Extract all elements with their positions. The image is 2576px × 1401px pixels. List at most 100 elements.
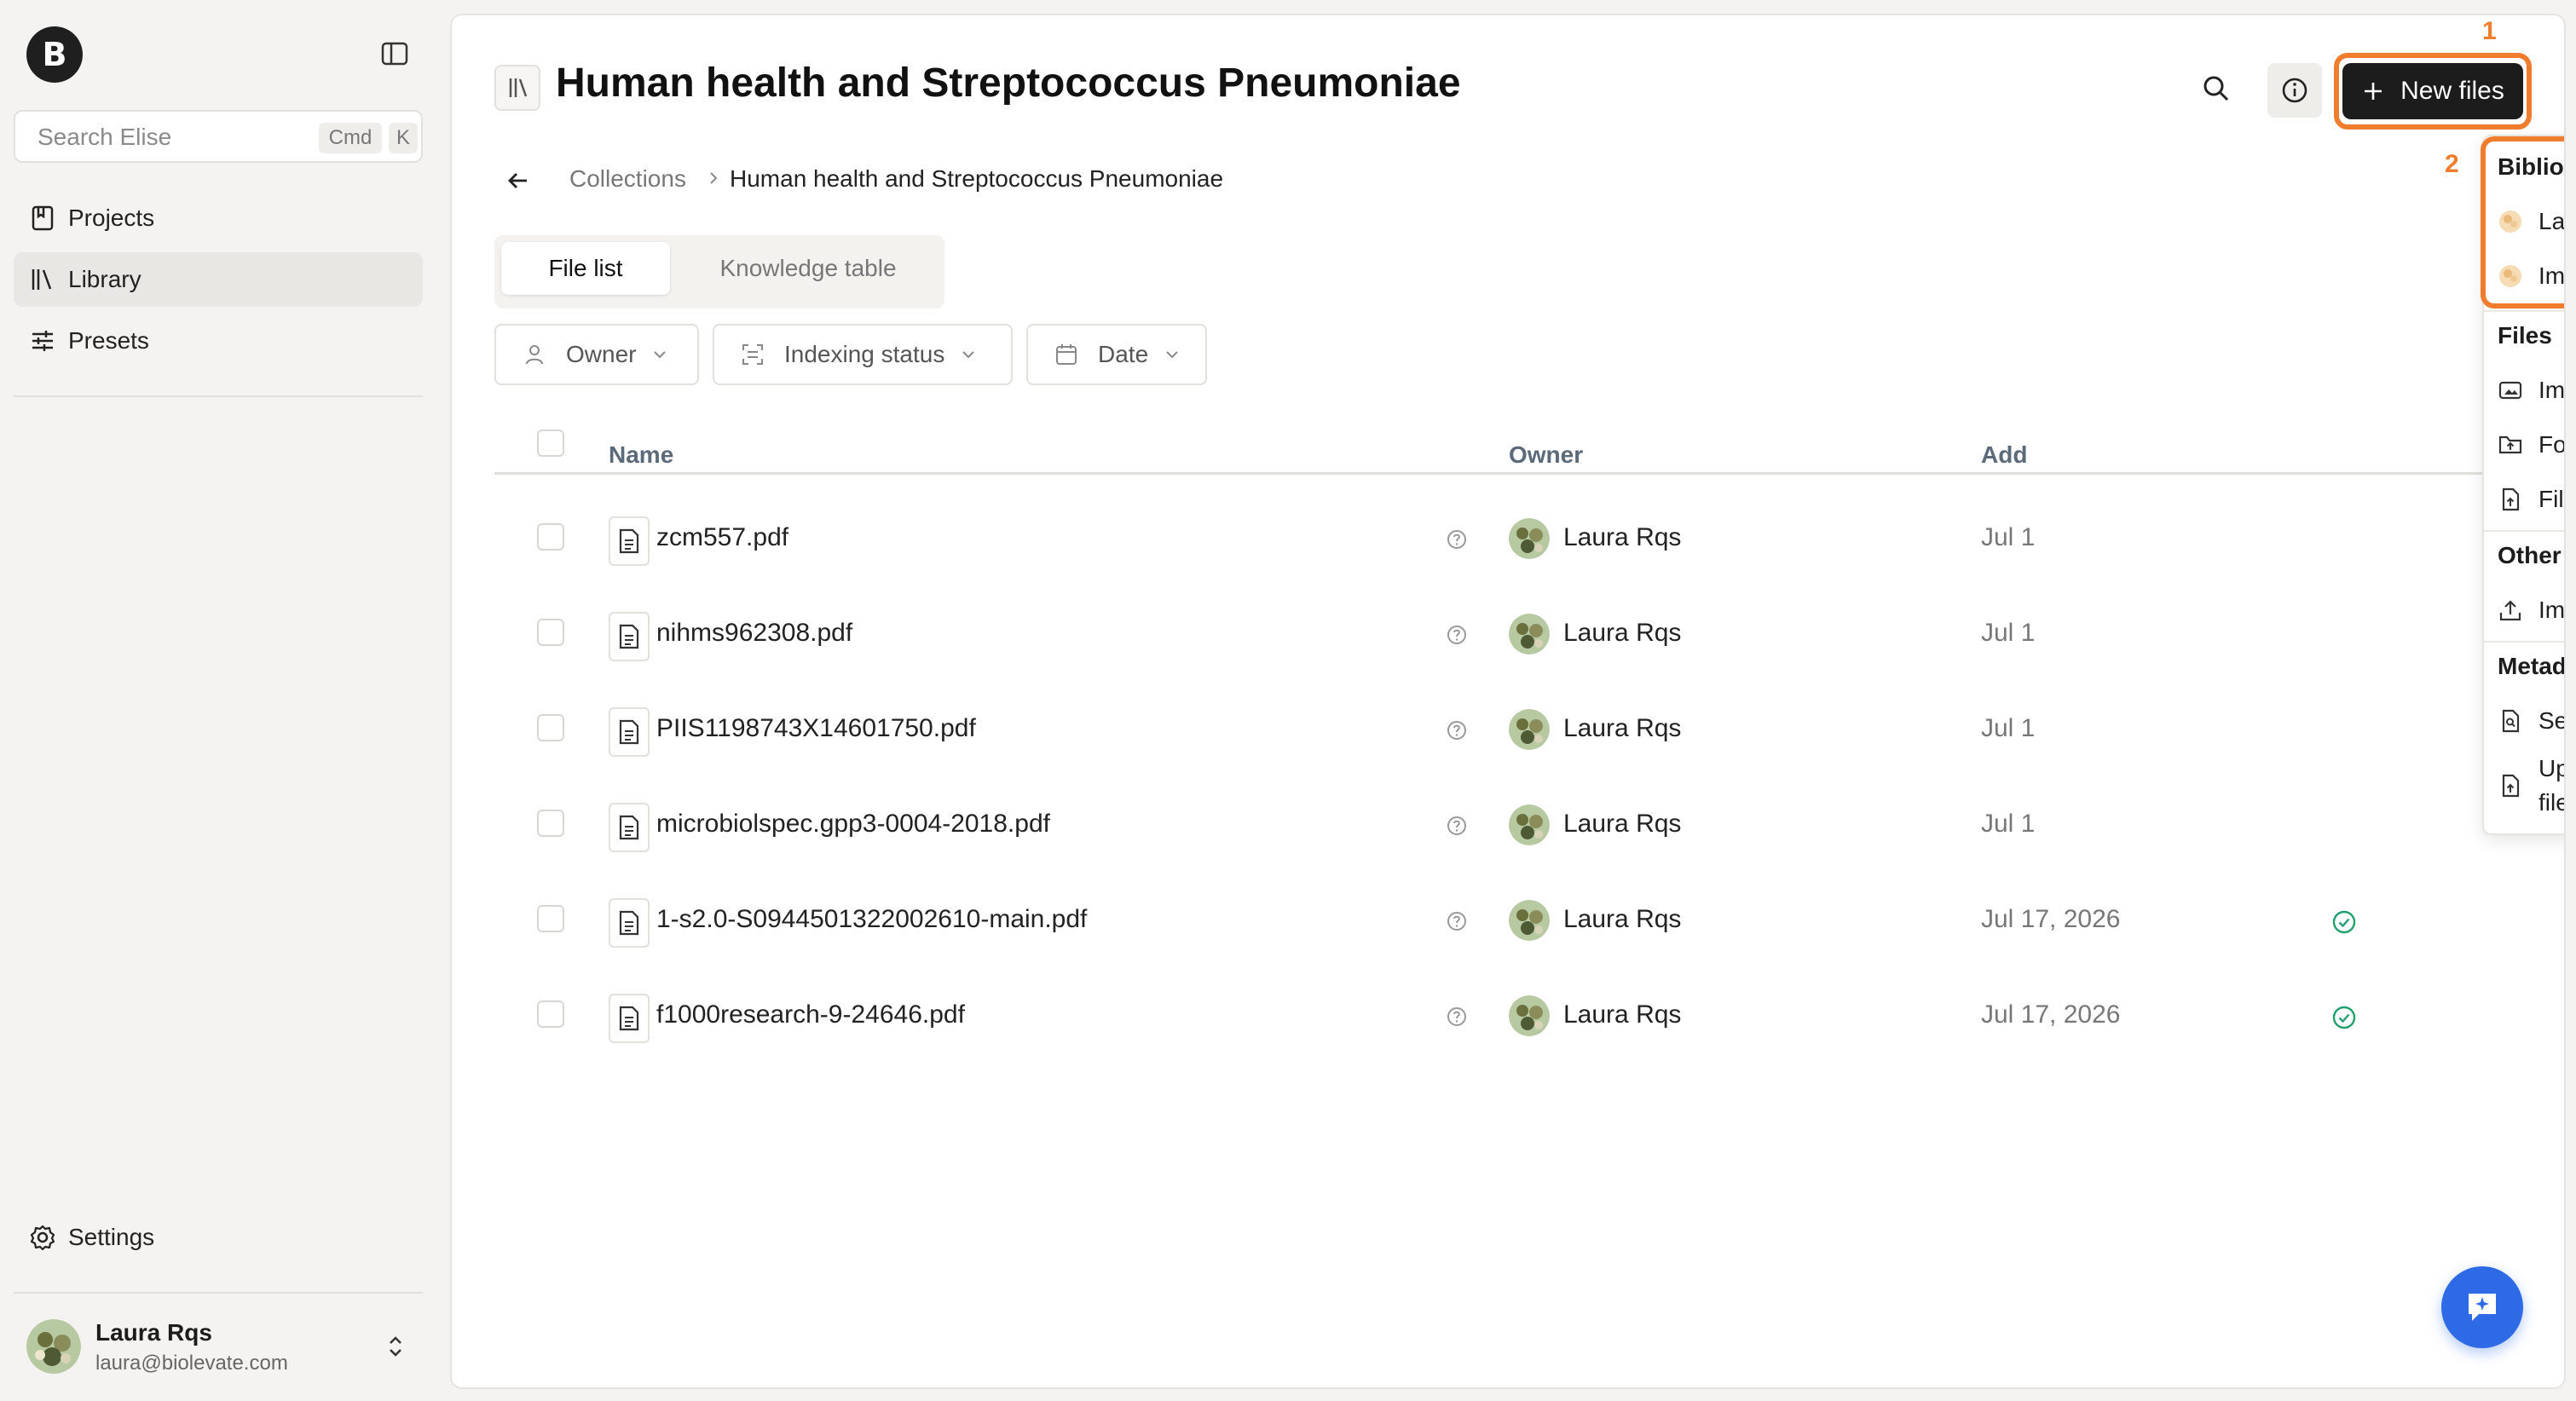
check-circle-icon — [2331, 1004, 2358, 1031]
app-logo[interactable]: B — [26, 26, 83, 83]
owner-filter[interactable]: Owner — [494, 324, 699, 385]
chevron-down-icon — [650, 344, 670, 365]
file-icon — [609, 898, 650, 948]
menu-item-label: Search and get available files — [2538, 707, 2564, 734]
sidebar-item-settings[interactable]: Settings — [14, 1210, 423, 1265]
table-row[interactable]: zcm557.pdf Laura Rqs Jul 1 — [452, 489, 2564, 585]
info-button[interactable] — [2267, 63, 2322, 118]
row-checkbox[interactable] — [537, 905, 564, 932]
column-header-owner[interactable]: Owner — [1509, 441, 1583, 469]
owner-name: Laura Rqs — [1563, 1000, 1682, 1029]
sidebar-item-label: Projects — [68, 205, 155, 231]
sliders-icon — [29, 327, 56, 355]
added-date: Jul 1 — [1981, 714, 2036, 742]
file-name[interactable]: zcm557.pdf — [656, 523, 788, 552]
help-icon[interactable] — [1446, 719, 1468, 741]
chat-sparkle-icon — [2469, 1294, 2496, 1321]
scan-icon — [740, 342, 765, 367]
search-icon[interactable] — [2198, 70, 2235, 107]
sidebar: B Search Elise Cmd K Projects Library Pr… — [0, 0, 448, 1401]
file-search-icon — [2498, 708, 2523, 734]
file-icon — [609, 707, 650, 757]
menu-heading-metadata-files: Metadata files — [2498, 653, 2566, 679]
menu-item-label: Import from repository — [2538, 377, 2566, 403]
collapse-sidebar-icon[interactable] — [380, 39, 409, 68]
menu-heading-other: Other — [2498, 542, 2562, 568]
date-filter-label: Date — [1098, 341, 1149, 367]
sidebar-item-library[interactable]: Library — [14, 252, 423, 307]
owner-avatar — [1509, 804, 1550, 845]
owner-name: Laura Rqs — [1563, 810, 1682, 838]
help-icon[interactable] — [1446, 528, 1468, 551]
file-name[interactable]: PIIS1198743X14601750.pdf — [656, 714, 976, 743]
file-name[interactable]: 1-s2.0-S0944501322002610-main.pdf — [656, 905, 1087, 934]
table-row[interactable]: PIIS1198743X14601750.pdf Laura Rqs Jul 1 — [452, 680, 2564, 775]
search-placeholder: Search Elise — [38, 124, 172, 150]
indexing-status-filter-label: Indexing status — [784, 341, 945, 367]
owner-avatar — [1509, 900, 1550, 941]
help-icon[interactable] — [1446, 910, 1468, 932]
table-row[interactable]: nihms962308.pdf Laura Rqs Jul 1 — [452, 585, 2564, 680]
menu-item-file-upload[interactable]: File upload — [2498, 476, 2564, 523]
added-date: Jul 1 — [1981, 810, 2036, 838]
column-header-added[interactable]: Add — [1981, 441, 2027, 469]
highlight-bibliosearch — [2481, 136, 2564, 308]
page-title: Human health and Streptococcus Pneumonia… — [556, 61, 1461, 106]
select-all-checkbox[interactable] — [537, 430, 564, 457]
help-icon[interactable] — [1446, 815, 1468, 837]
highlight-new-files — [2334, 53, 2532, 130]
search-input[interactable]: Search Elise Cmd K — [14, 110, 423, 163]
row-checkbox[interactable] — [537, 523, 564, 551]
check-circle-icon — [2331, 908, 2358, 936]
book-icon — [29, 205, 56, 232]
menu-divider — [2484, 530, 2564, 532]
breadcrumb-chevron-icon — [704, 169, 723, 187]
chevron-down-icon — [1162, 344, 1182, 365]
back-arrow-icon[interactable] — [503, 165, 534, 196]
chat-button[interactable] — [2441, 1266, 2523, 1348]
menu-item-import-repository[interactable]: Import from repository — [2498, 366, 2566, 414]
avatar[interactable] — [26, 1319, 81, 1374]
row-checkbox[interactable] — [537, 810, 564, 837]
user-email: laura@biolevate.com — [95, 1352, 288, 1375]
chevron-up-down-icon[interactable] — [382, 1333, 409, 1360]
menu-heading-files: Files — [2498, 322, 2552, 349]
menu-item-label: Upload and merge with metadata files — [2538, 755, 2564, 816]
table-row[interactable]: microbiolspec.gpp3-0004-2018.pdf Laura R… — [452, 775, 2564, 871]
file-name[interactable]: f1000research-9-24646.pdf — [656, 1000, 965, 1029]
row-checkbox[interactable] — [537, 714, 564, 741]
help-icon[interactable] — [1446, 624, 1468, 646]
user-icon — [522, 342, 547, 367]
sidebar-item-presets[interactable]: Presets — [14, 314, 423, 368]
menu-item-import-references[interactable]: Import references — [2498, 586, 2564, 634]
indexing-status-filter[interactable]: Indexing status — [713, 324, 1013, 385]
tab-knowledge-table[interactable]: Knowledge table — [679, 242, 938, 295]
added-date: Jul 17, 2026 — [1981, 1000, 2121, 1029]
menu-item-upload-merge-metadata[interactable]: Upload and merge with metadata files — [2498, 750, 2564, 822]
table-row[interactable]: 1-s2.0-S0944501322002610-main.pdf Laura … — [452, 871, 2564, 966]
sidebar-item-label: Library — [68, 266, 142, 292]
file-icon — [609, 612, 650, 661]
repository-icon — [2498, 378, 2523, 403]
owner-avatar — [1509, 709, 1550, 750]
tab-file-list[interactable]: File list — [501, 242, 670, 295]
menu-divider — [2484, 310, 2564, 312]
date-filter[interactable]: Date — [1026, 324, 1207, 385]
help-icon[interactable] — [1446, 1006, 1468, 1028]
library-icon — [29, 266, 56, 293]
main-panel: Human health and Streptococcus Pneumonia… — [450, 14, 2566, 1389]
menu-item-folder-upload[interactable]: Folder upload — [2498, 421, 2564, 469]
row-checkbox[interactable] — [537, 619, 564, 646]
file-name[interactable]: nihms962308.pdf — [656, 619, 852, 648]
file-name[interactable]: microbiolspec.gpp3-0004-2018.pdf — [656, 810, 1050, 839]
owner-name: Laura Rqs — [1563, 523, 1682, 551]
added-date: Jul 1 — [1981, 523, 2036, 551]
breadcrumb-collections[interactable]: Collections — [569, 165, 686, 193]
menu-item-search-available-files[interactable]: Search and get available files — [2498, 697, 2564, 745]
row-checkbox[interactable] — [537, 1000, 564, 1028]
column-header-name[interactable]: Name — [609, 441, 673, 469]
sidebar-item-projects[interactable]: Projects — [14, 191, 423, 245]
table-row[interactable]: f1000research-9-24646.pdf Laura Rqs Jul … — [452, 966, 2564, 1062]
owner-avatar — [1509, 995, 1550, 1036]
table-header-divider — [494, 472, 2564, 475]
